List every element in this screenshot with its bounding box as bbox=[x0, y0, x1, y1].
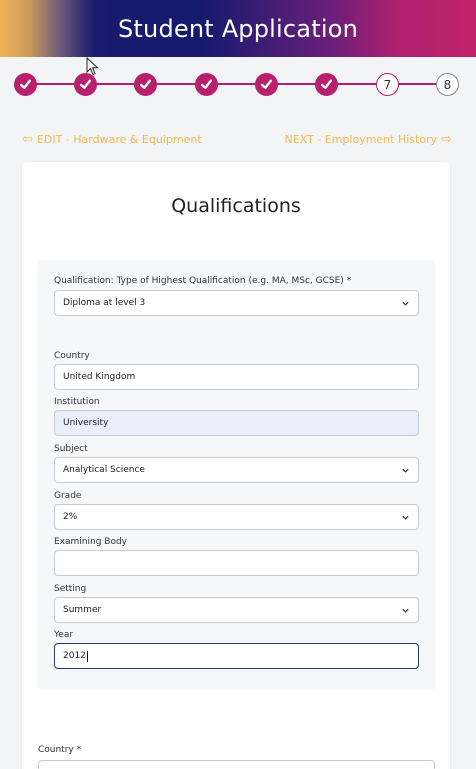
check-icon bbox=[19, 79, 32, 89]
prev-step-link[interactable]: ⇦ EDIT - Hardware & Equipment bbox=[22, 132, 202, 147]
chevron-down-icon bbox=[402, 468, 409, 473]
examining-body-label: Examining Body bbox=[54, 537, 127, 547]
arrow-left-icon: ⇦ bbox=[22, 132, 33, 147]
app-header: Student Application bbox=[0, 0, 476, 57]
form-card: Qualifications Qualification: Type of Hi… bbox=[22, 162, 450, 769]
section-title: Qualifications bbox=[171, 195, 301, 217]
check-icon bbox=[139, 79, 152, 89]
step-3[interactable] bbox=[134, 73, 157, 96]
institution-value: University bbox=[63, 418, 109, 428]
step-1[interactable] bbox=[14, 73, 37, 96]
subject-label: Subject bbox=[54, 444, 88, 454]
examining-body-input[interactable] bbox=[54, 550, 419, 576]
page-title: Student Application bbox=[117, 14, 358, 43]
setting-select[interactable]: Summer bbox=[54, 597, 419, 623]
step-5[interactable] bbox=[255, 73, 278, 96]
chevron-down-icon bbox=[402, 608, 409, 613]
check-icon bbox=[79, 79, 92, 89]
setting-label: Setting bbox=[54, 584, 87, 594]
year-input[interactable]: 2012 bbox=[54, 643, 419, 669]
year-value: 2012 bbox=[63, 651, 86, 661]
country-label: Country bbox=[54, 351, 90, 361]
country-required-label: Country * bbox=[38, 745, 82, 755]
country-input[interactable]: United Kingdom bbox=[54, 364, 419, 390]
step-number: 7 bbox=[383, 77, 392, 92]
chevron-down-icon bbox=[402, 515, 409, 520]
prev-step-label: EDIT - Hardware & Equipment bbox=[36, 133, 202, 146]
qualification-label: Qualification: Type of Highest Qualifica… bbox=[54, 276, 352, 286]
next-step-label: NEXT - Employment History bbox=[284, 133, 438, 146]
step-number: 8 bbox=[443, 77, 452, 92]
country-value: United Kingdom bbox=[63, 372, 136, 382]
step-7[interactable]: 7 bbox=[376, 73, 399, 96]
subject-select[interactable]: Analytical Science bbox=[54, 457, 419, 483]
institution-label: Institution bbox=[54, 397, 100, 407]
grade-select[interactable]: 2% bbox=[54, 504, 419, 530]
step-8[interactable]: 8 bbox=[436, 73, 459, 96]
mouse-cursor-icon bbox=[86, 57, 99, 76]
grade-label: Grade bbox=[54, 491, 82, 501]
check-icon bbox=[260, 79, 273, 89]
text-caret bbox=[86, 650, 88, 662]
setting-value: Summer bbox=[63, 605, 102, 615]
grade-value: 2% bbox=[63, 512, 78, 522]
year-label: Year bbox=[54, 630, 74, 640]
institution-input[interactable]: University bbox=[54, 410, 419, 436]
check-icon bbox=[320, 79, 333, 89]
country-required-input[interactable] bbox=[38, 760, 435, 769]
step-4[interactable] bbox=[195, 73, 218, 96]
qualification-select[interactable]: Diploma at level 3 bbox=[54, 290, 419, 316]
progress-stepper: 7 8 bbox=[0, 70, 476, 98]
next-step-link[interactable]: NEXT - Employment History ⇨ bbox=[285, 132, 452, 147]
arrow-right-icon: ⇨ bbox=[441, 132, 452, 147]
qualification-panel: Qualification: Type of Highest Qualifica… bbox=[38, 260, 435, 688]
check-icon bbox=[200, 79, 213, 89]
subject-value: Analytical Science bbox=[63, 465, 145, 475]
qualification-value: Diploma at level 3 bbox=[63, 298, 146, 308]
chevron-down-icon bbox=[402, 301, 409, 306]
step-6[interactable] bbox=[315, 73, 338, 96]
